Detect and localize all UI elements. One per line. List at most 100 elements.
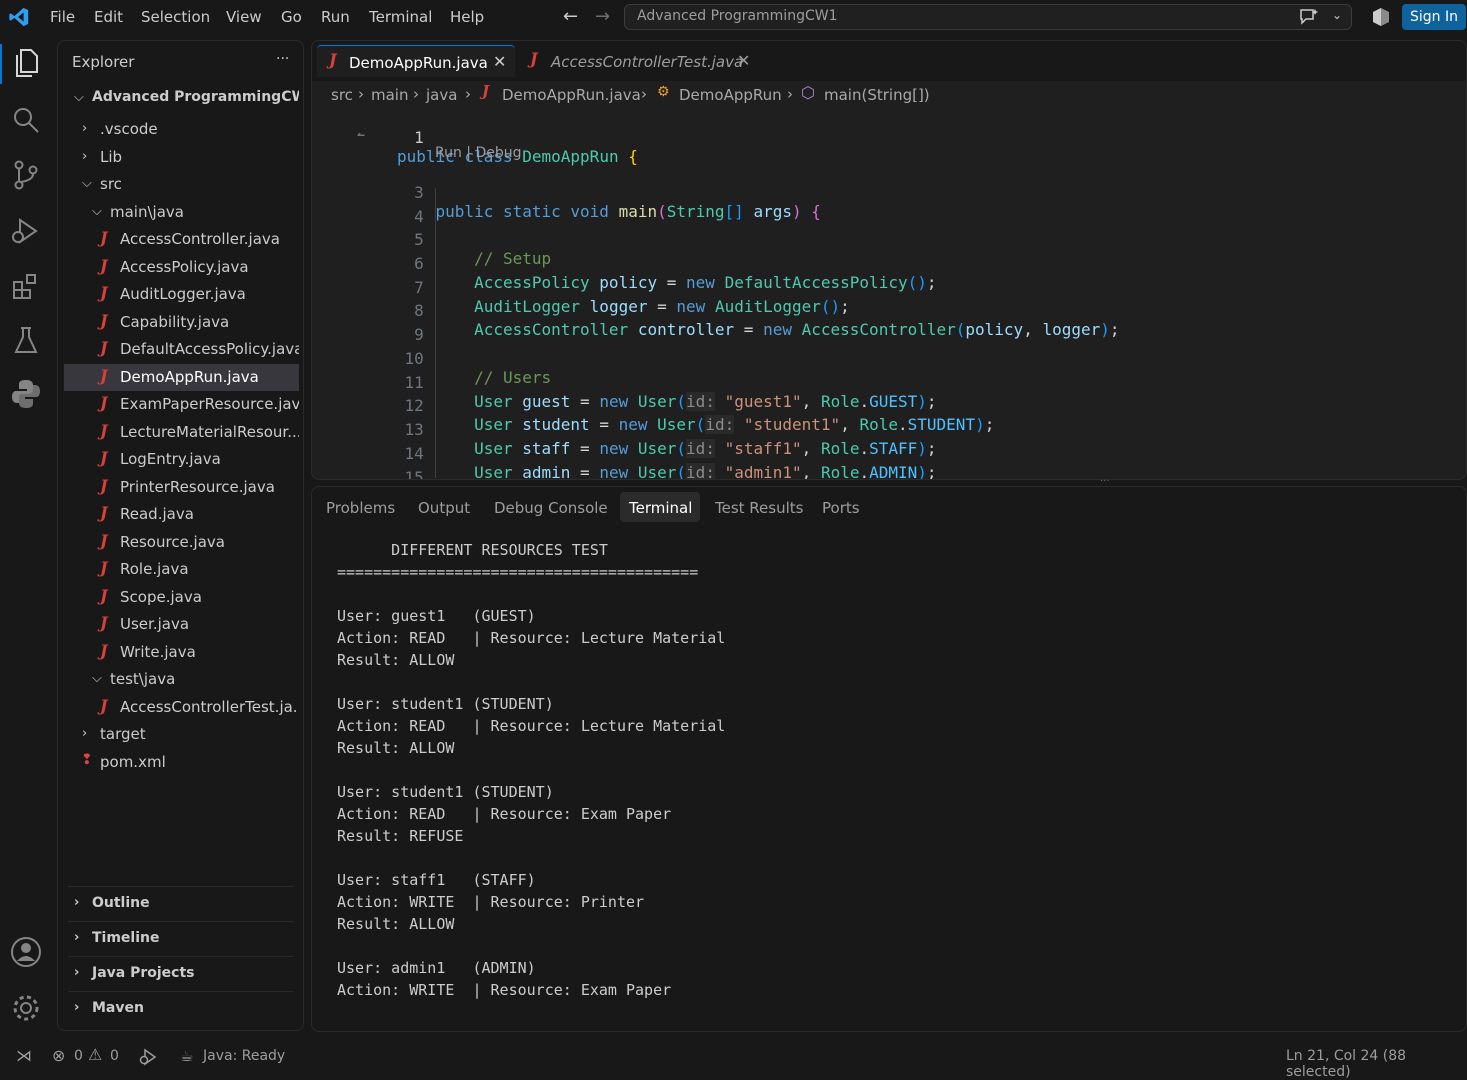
- accounts-shield-icon[interactable]: [1371, 7, 1391, 27]
- back-arrow-icon[interactable]: ←: [563, 6, 578, 27]
- close-icon[interactable]: ✕: [493, 52, 506, 71]
- tree-item-label: LectureMaterialResour...: [120, 423, 299, 441]
- tab-demoapprun[interactable]: J DemoAppRun.java ✕: [317, 45, 515, 77]
- menu-help[interactable]: Help: [450, 8, 484, 26]
- forward-arrow-icon[interactable]: →: [595, 6, 610, 27]
- chevron-down-icon[interactable]: ⌄: [1332, 8, 1342, 22]
- menu-selection[interactable]: Selection: [141, 8, 210, 26]
- tree-item-label: AuditLogger.java: [120, 285, 246, 303]
- tree-file-printerresource[interactable]: J PrinterResource.java: [64, 474, 299, 501]
- account-icon[interactable]: [10, 936, 42, 968]
- chevron-down-icon: ⌵: [92, 671, 102, 686]
- java-status[interactable]: ☕ Java: Ready: [180, 1044, 290, 1070]
- close-icon[interactable]: ✕: [737, 51, 750, 70]
- settings-gear-icon[interactable]: [10, 992, 42, 1024]
- menu-edit[interactable]: Edit: [94, 8, 123, 26]
- coffee-cup-icon: ☕: [180, 1047, 194, 1065]
- workspace-root[interactable]: ⌵ Advanced ProgrammingCW1: [64, 85, 299, 112]
- search-icon[interactable]: [12, 106, 40, 134]
- tree-file-user[interactable]: J User.java: [64, 611, 299, 638]
- tree-folder-vscode[interactable]: › .vscode: [64, 116, 299, 143]
- tree-file-lecturematerialresource[interactable]: J LectureMaterialResour...: [64, 419, 299, 446]
- codelens-run-debug[interactable]: Run | Debug: [435, 145, 522, 161]
- testing-flask-icon[interactable]: [12, 326, 40, 356]
- tree-file-read[interactable]: J Read.java: [64, 501, 299, 528]
- chevron-right-icon: ›: [641, 85, 647, 103]
- tree-file-resource[interactable]: J Resource.java: [64, 529, 299, 556]
- tree-file-demoapprun[interactable]: J DemoAppRun.java: [64, 364, 299, 391]
- breadcrumb-src[interactable]: src: [331, 86, 353, 104]
- menu-view[interactable]: View: [226, 8, 262, 26]
- panel-tab-ports[interactable]: Ports: [822, 499, 860, 517]
- tree-file-accesscontrollertest[interactable]: J AccessControllerTest.ja...: [64, 694, 299, 721]
- java-file-icon: J: [482, 82, 490, 100]
- tree-folder-target[interactable]: › target: [64, 721, 299, 748]
- tree-item-label: AccessControllerTest.ja...: [120, 698, 299, 716]
- panel-tab-problems[interactable]: Problems: [326, 499, 395, 517]
- terminal-line: Action: WRITE | Resource: Exam Paper: [337, 981, 672, 999]
- run-debug-status-icon[interactable]: [138, 1048, 158, 1066]
- tree-item-label: Resource.java: [120, 533, 225, 551]
- breadcrumb-main[interactable]: main: [371, 86, 408, 104]
- sign-in-button[interactable]: Sign In: [1402, 4, 1466, 30]
- section-maven[interactable]: › Maven: [68, 991, 293, 1025]
- tree-file-defaultaccesspolicy[interactable]: J DefaultAccessPolicy.java: [64, 336, 299, 363]
- chevron-right-icon: ›: [787, 85, 793, 103]
- breadcrumb-java[interactable]: java: [426, 86, 457, 104]
- tree-folder-src[interactable]: ⌵ src: [64, 171, 299, 198]
- section-outline[interactable]: › Outline: [68, 886, 293, 920]
- panel-tab-terminal[interactable]: Terminal: [620, 492, 700, 522]
- tree-file-exampaperresource[interactable]: J ExamPaperResource.java: [64, 391, 299, 418]
- chevron-right-icon: ›: [413, 85, 419, 103]
- section-java-projects[interactable]: › Java Projects: [68, 956, 293, 990]
- menu-go[interactable]: Go: [281, 8, 302, 26]
- extensions-icon[interactable]: [12, 272, 40, 300]
- panel-tab-output[interactable]: Output: [418, 499, 470, 517]
- tree-file-accesspolicy[interactable]: J AccessPolicy.java: [64, 254, 299, 281]
- tree-item-label: Capability.java: [120, 313, 230, 331]
- problems-status[interactable]: ⊗ 0 ⚠ 0: [50, 1044, 122, 1070]
- tree-item-label: Scope.java: [120, 588, 202, 606]
- panel-tab-test-results[interactable]: Test Results: [715, 499, 803, 517]
- tree-file-logentry[interactable]: J LogEntry.java: [64, 446, 299, 473]
- python-icon[interactable]: [10, 378, 42, 410]
- menu-run[interactable]: Run: [321, 8, 350, 26]
- terminal-output[interactable]: DIFFERENT RESOURCES TEST ===============…: [312, 535, 1466, 1031]
- menu-file[interactable]: File: [50, 8, 75, 26]
- tree-item-label: Lib: [100, 148, 123, 166]
- chevron-down-icon: ⌵: [74, 90, 84, 105]
- tab-label: AccessControllerTest.java: [551, 53, 744, 71]
- run-debug-icon[interactable]: [10, 216, 40, 246]
- tree-item-label: Read.java: [120, 505, 194, 523]
- sash-handle[interactable]: ···: [1100, 477, 1118, 487]
- tree-folder-main-java[interactable]: ⌵ main\java: [64, 199, 299, 226]
- explorer-title: Explorer: [72, 53, 135, 71]
- source-control-icon[interactable]: [12, 160, 40, 190]
- cursor-position[interactable]: Ln 21, Col 24 (88 selected): [1286, 1048, 1467, 1080]
- breadcrumb-method[interactable]: main(String[]): [824, 86, 930, 104]
- section-label: Outline: [92, 895, 150, 911]
- tree-file-pom[interactable]: ❢ pom.xml: [64, 749, 299, 776]
- panel-tab-debug-console[interactable]: Debug Console: [494, 499, 608, 517]
- remote-icon[interactable]: ⋊: [16, 1046, 32, 1065]
- menu-terminal[interactable]: Terminal: [369, 8, 432, 26]
- tree-file-role[interactable]: J Role.java: [64, 556, 299, 583]
- tab-accesscontrollertest[interactable]: J AccessControllerTest.java ✕: [522, 45, 762, 77]
- explorer-files-icon[interactable]: [12, 48, 40, 78]
- tree-file-scope[interactable]: J Scope.java: [64, 584, 299, 611]
- chevron-right-icon: ›: [465, 85, 471, 103]
- tree-folder-lib[interactable]: › Lib: [64, 144, 299, 171]
- more-actions-icon[interactable]: ···: [276, 51, 289, 67]
- tree-folder-test-java[interactable]: ⌵ test\java: [64, 666, 299, 693]
- code-view[interactable]: 1 public class DemoAppRun { 2 Run | Debu…: [312, 109, 1466, 479]
- tree-file-auditlogger[interactable]: J AuditLogger.java: [64, 281, 299, 308]
- tree-file-accesscontroller[interactable]: J AccessController.java: [64, 226, 299, 253]
- section-timeline[interactable]: › Timeline: [68, 921, 293, 955]
- command-center[interactable]: Advanced ProgrammingCW1: [624, 4, 1352, 30]
- breadcrumb-class[interactable]: DemoAppRun: [679, 86, 782, 104]
- copilot-chat-icon[interactable]: [1298, 7, 1320, 27]
- tree-file-capability[interactable]: J Capability.java: [64, 309, 299, 336]
- tree-file-write[interactable]: J Write.java: [64, 639, 299, 666]
- breadcrumb-file[interactable]: DemoAppRun.java: [502, 86, 641, 104]
- activity-bar: [0, 36, 52, 1044]
